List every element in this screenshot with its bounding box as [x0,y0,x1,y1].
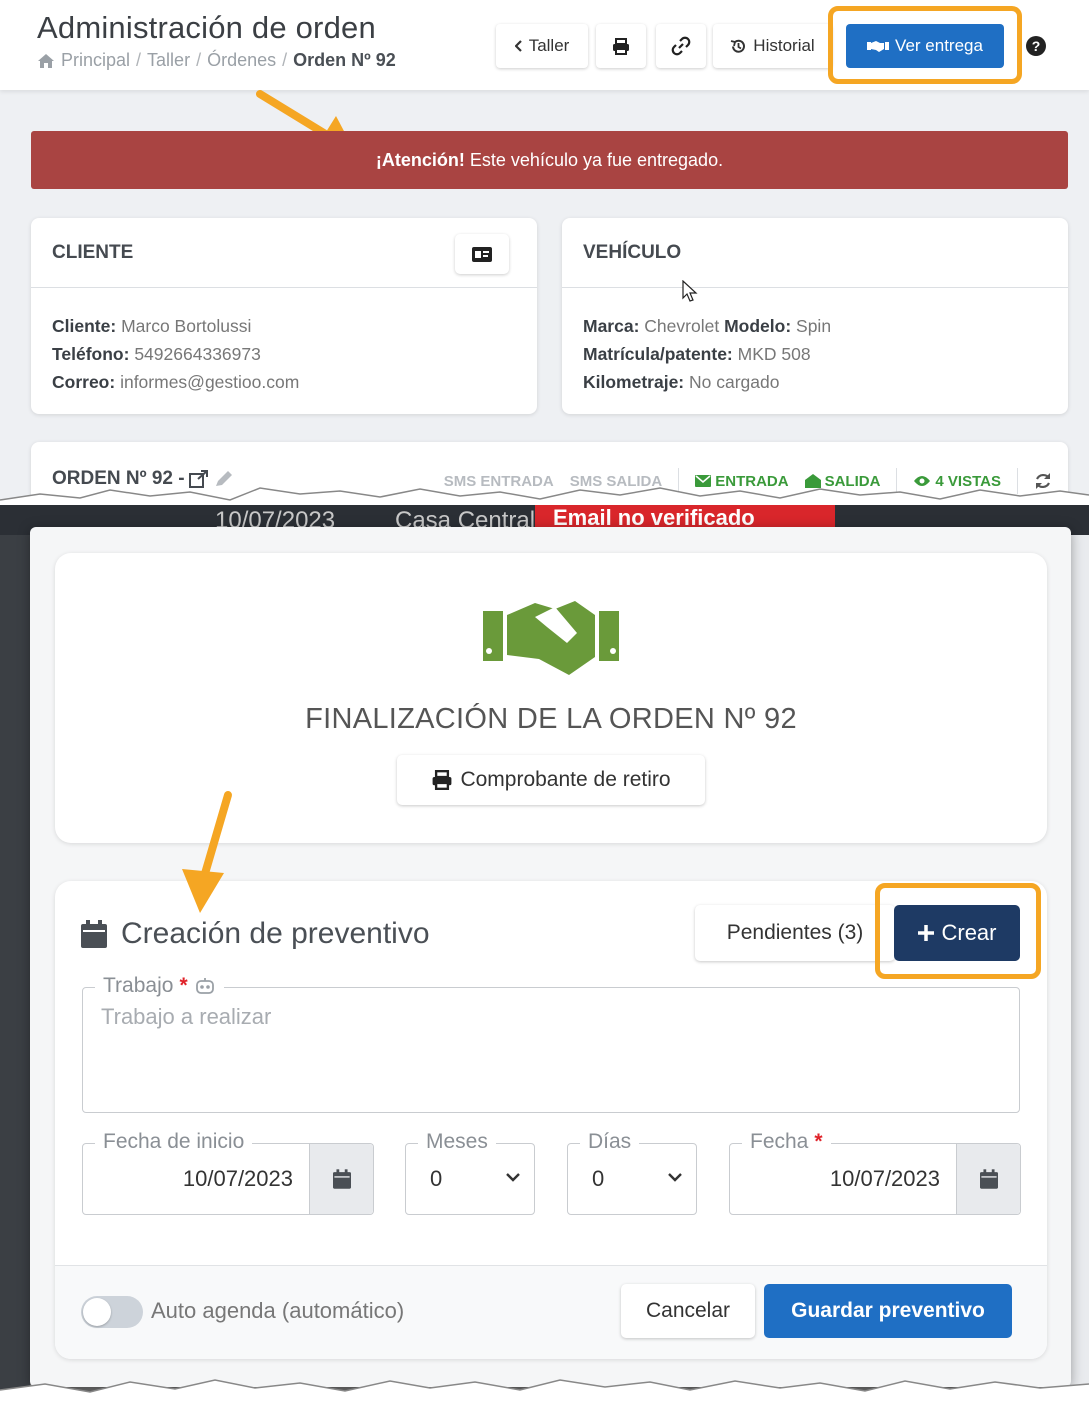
robot-icon[interactable] [194,977,216,995]
id-card-icon [472,246,492,262]
start-date-picker-button[interactable] [309,1144,373,1214]
highlight-frame [875,883,1041,979]
calendar-icon [81,920,107,948]
preventive-title: Creación de preventivo [121,917,430,950]
calendar-icon [979,1169,998,1189]
link-button[interactable] [656,24,706,68]
breadcrumb: Principal / Taller / Órdenes / Orden Nº … [37,50,396,71]
back-to-workshop-button[interactable]: Taller [496,24,588,68]
work-field[interactable]: Trabajo * Trabajo a realizar [82,974,1020,1113]
history-icon [731,39,746,53]
start-date-label: Fecha de inicio [103,1130,245,1153]
torn-edge [0,487,1089,505]
breadcrumb-orders[interactable]: Órdenes [207,50,276,71]
client-detail-button[interactable] [455,234,509,274]
print-button[interactable] [596,24,646,68]
auto-schedule-toggle[interactable] [81,1296,143,1328]
days-select[interactable]: Días 0 [567,1130,697,1215]
torn-edge [0,1379,1089,1409]
chevron-down-icon [506,1173,520,1182]
auto-schedule-label: Auto agenda (automático) [151,1298,405,1323]
delivery-modal: FINALIZACIÓN DE LA ORDEN Nº 92 Comproban… [30,527,1071,1387]
back-label: Taller [528,36,570,55]
alert-strong: ¡Atención! [375,149,465,170]
background-content [1069,535,1089,1409]
client-card: CLIENTE Cliente: Marco Bortolussi Teléfo… [31,218,537,414]
months-value: 0 [430,1166,443,1191]
alert-text: Este vehículo ya fue entregado. [469,149,724,170]
pickup-receipt-label: Comprobante de retiro [460,768,671,791]
due-date-picker-button[interactable] [956,1144,1020,1214]
order-admin-panel: Administración de orden Principal / Tall… [0,0,1089,505]
vehicle-km-row: Kilometraje: No cargado [583,372,780,392]
chevron-left-icon [514,40,522,52]
months-label: Meses [426,1130,488,1153]
print-icon [613,37,629,55]
calendar-icon [332,1169,351,1189]
work-label: Trabajo [103,974,174,997]
vehicle-card: VEHÍCULO Marca: Chevrolet Modelo: Spin M… [562,218,1068,414]
months-select[interactable]: Meses 0 [405,1130,535,1215]
due-date-field[interactable]: Fecha * 10/07/2023 [729,1130,1021,1215]
required-asterisk: * [814,1130,823,1153]
handshake-icon [483,601,619,675]
help-icon[interactable]: ? [1026,36,1046,56]
top-bar: Administración de orden Principal / Tall… [0,0,1089,90]
breadcrumb-current: Orden Nº 92 [293,50,396,70]
vehicle-brand-row: Marca: Chevrolet Modelo: Spin [583,316,832,336]
client-name-row: Cliente: Marco Bortolussi [52,316,252,336]
background-sidebar [0,535,30,1409]
vehicle-card-heading: VEHÍCULO [583,241,682,263]
history-button[interactable]: Historial [713,24,832,68]
link-icon [671,36,691,56]
annotation-arrow-icon [182,791,232,913]
pickup-receipt-button[interactable]: Comprobante de retiro [397,755,705,805]
required-asterisk: * [179,974,188,997]
home-icon [38,53,54,68]
vehicle-plate-row: Matrícula/patente: MKD 508 [583,344,811,364]
due-date-label: Fecha [750,1130,809,1153]
breadcrumb-home[interactable]: Principal [61,50,130,71]
save-preventive-button[interactable]: Guardar preventivo [764,1284,1012,1338]
client-card-heading: CLIENTE [52,241,134,263]
chevron-down-icon [668,1173,682,1182]
start-date-field[interactable]: Fecha de inicio 10/07/2023 [82,1130,374,1215]
cancel-button[interactable]: Cancelar [621,1284,755,1338]
breadcrumb-workshop[interactable]: Taller [147,50,190,71]
print-icon [433,770,452,790]
client-phone-row: Teléfono: 5492664336973 [52,344,261,364]
delivery-modal-screen: 10/07/2023 Casa Central Email no verific… [0,505,1089,1409]
finalization-title: FINALIZACIÓN DE LA ORDEN Nº 92 [305,703,797,735]
due-date-value: 10/07/2023 [829,1166,940,1191]
mouse-cursor-icon [682,280,698,302]
highlight-frame [828,6,1022,84]
days-label: Días [588,1130,632,1153]
work-placeholder: Trabajo a realizar [101,1004,272,1029]
start-date-value: 10/07/2023 [182,1166,293,1191]
pending-button[interactable]: Pendientes (3) [695,905,895,961]
history-label: Historial [753,36,815,55]
page-title: Administración de orden [37,10,376,45]
delivered-alert: ¡Atención! Este vehículo ya fue entregad… [31,131,1068,189]
days-value: 0 [592,1166,605,1191]
preventive-footer: Auto agenda (automático) Cancelar Guarda… [55,1265,1047,1359]
client-email-row: Correo: informes@gestioo.com [52,372,300,392]
